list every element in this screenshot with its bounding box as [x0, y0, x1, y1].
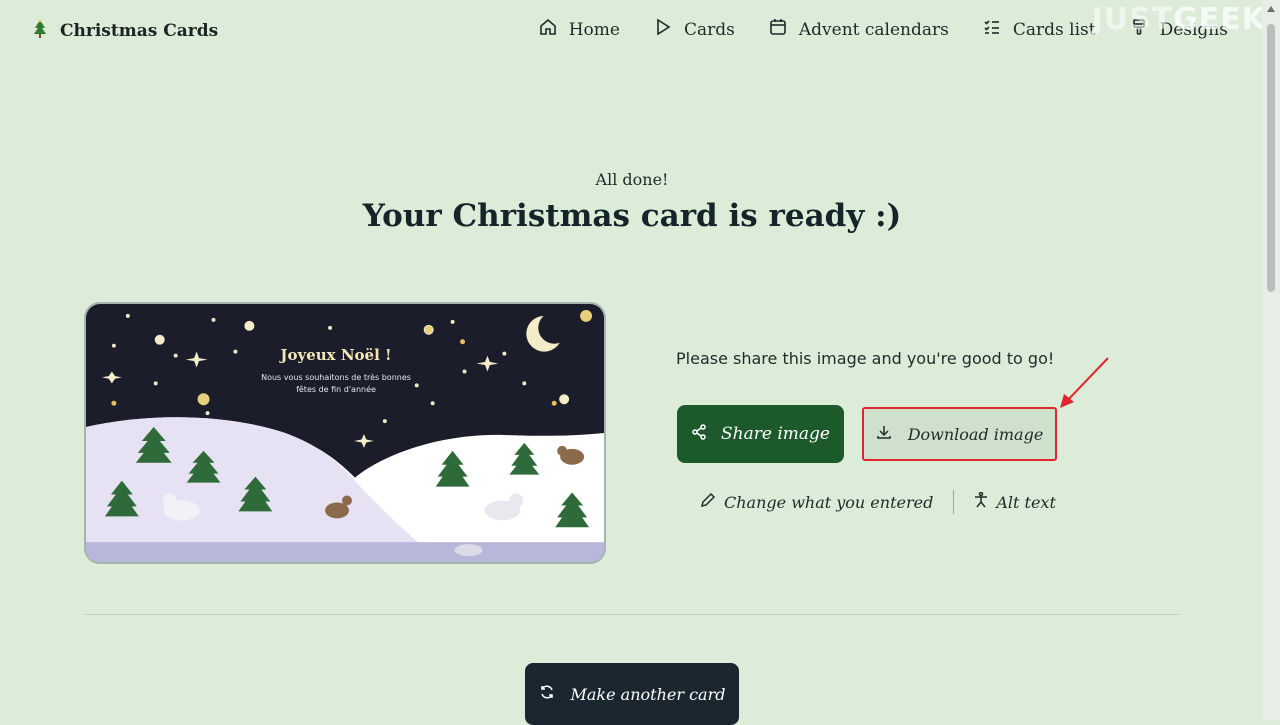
pencil-icon	[700, 492, 716, 512]
nav-home-label: Home	[568, 19, 620, 40]
play-icon	[654, 18, 672, 41]
watermark-part2: GEEK	[1173, 2, 1266, 37]
alt-text-label: Alt text	[996, 492, 1056, 512]
section-divider	[84, 614, 1180, 615]
nav-cards-list-label: Cards list	[1012, 19, 1096, 40]
nav-home[interactable]: Home	[539, 18, 620, 41]
christmas-tree-icon	[34, 19, 46, 42]
card-preview-image: Joyeux Noël ! Nous vous souhaitons de tr…	[84, 302, 606, 564]
card-message: Nous vous souhaitons de très bonnes fête…	[261, 373, 411, 394]
watermark-logo: JUSTGEEK	[1092, 2, 1266, 37]
make-another-card-button[interactable]: Make another card	[525, 663, 739, 725]
download-icon	[876, 424, 892, 444]
change-entries-label: Change what you entered	[724, 492, 934, 512]
kicker: All done!	[595, 170, 669, 189]
nav-advent-calendars-label: Advent calendars	[798, 19, 949, 40]
share-image-label: Share image	[721, 424, 830, 444]
card-greeting: Joyeux Noël !	[280, 346, 392, 364]
page-scrollbar[interactable]	[1262, 0, 1280, 720]
scroll-up-arrow[interactable]	[1267, 6, 1275, 12]
share-message: Please share this image and you're good …	[676, 349, 1055, 368]
nav-advent-calendars[interactable]: Advent calendars	[769, 18, 949, 41]
download-image-button[interactable]: Download image	[862, 407, 1057, 461]
secondary-actions: Change what you entered Alt text	[700, 490, 1056, 514]
make-another-card-label: Make another card	[570, 684, 726, 704]
link-divider	[953, 490, 955, 514]
home-icon	[539, 18, 557, 41]
change-entries-link[interactable]: Change what you entered	[700, 492, 933, 512]
brand[interactable]: Christmas Cards	[34, 19, 219, 42]
page-title: Your Christmas card is ready :)	[362, 198, 902, 234]
share-image-button[interactable]: Share image	[677, 405, 844, 463]
top-navbar: Christmas Cards Home Cards Advent calend…	[0, 0, 1280, 66]
watermark-part1: JUST	[1091, 2, 1174, 37]
brand-title: Christmas Cards	[60, 21, 219, 41]
annotation-arrow	[1060, 357, 1109, 408]
scroll-thumb[interactable]	[1267, 24, 1275, 292]
alt-text-link[interactable]: Alt text	[974, 491, 1056, 512]
calendar-icon	[769, 18, 787, 41]
checklist-icon	[983, 18, 1001, 41]
download-image-label: Download image	[907, 424, 1044, 444]
refresh-icon	[539, 684, 555, 704]
nav-cards[interactable]: Cards	[654, 18, 735, 41]
accessibility-icon	[974, 491, 988, 512]
card-illustration	[86, 304, 604, 562]
nav-cards-label: Cards	[683, 19, 735, 40]
nav-cards-list[interactable]: Cards list	[983, 18, 1096, 41]
share-icon	[691, 423, 707, 445]
